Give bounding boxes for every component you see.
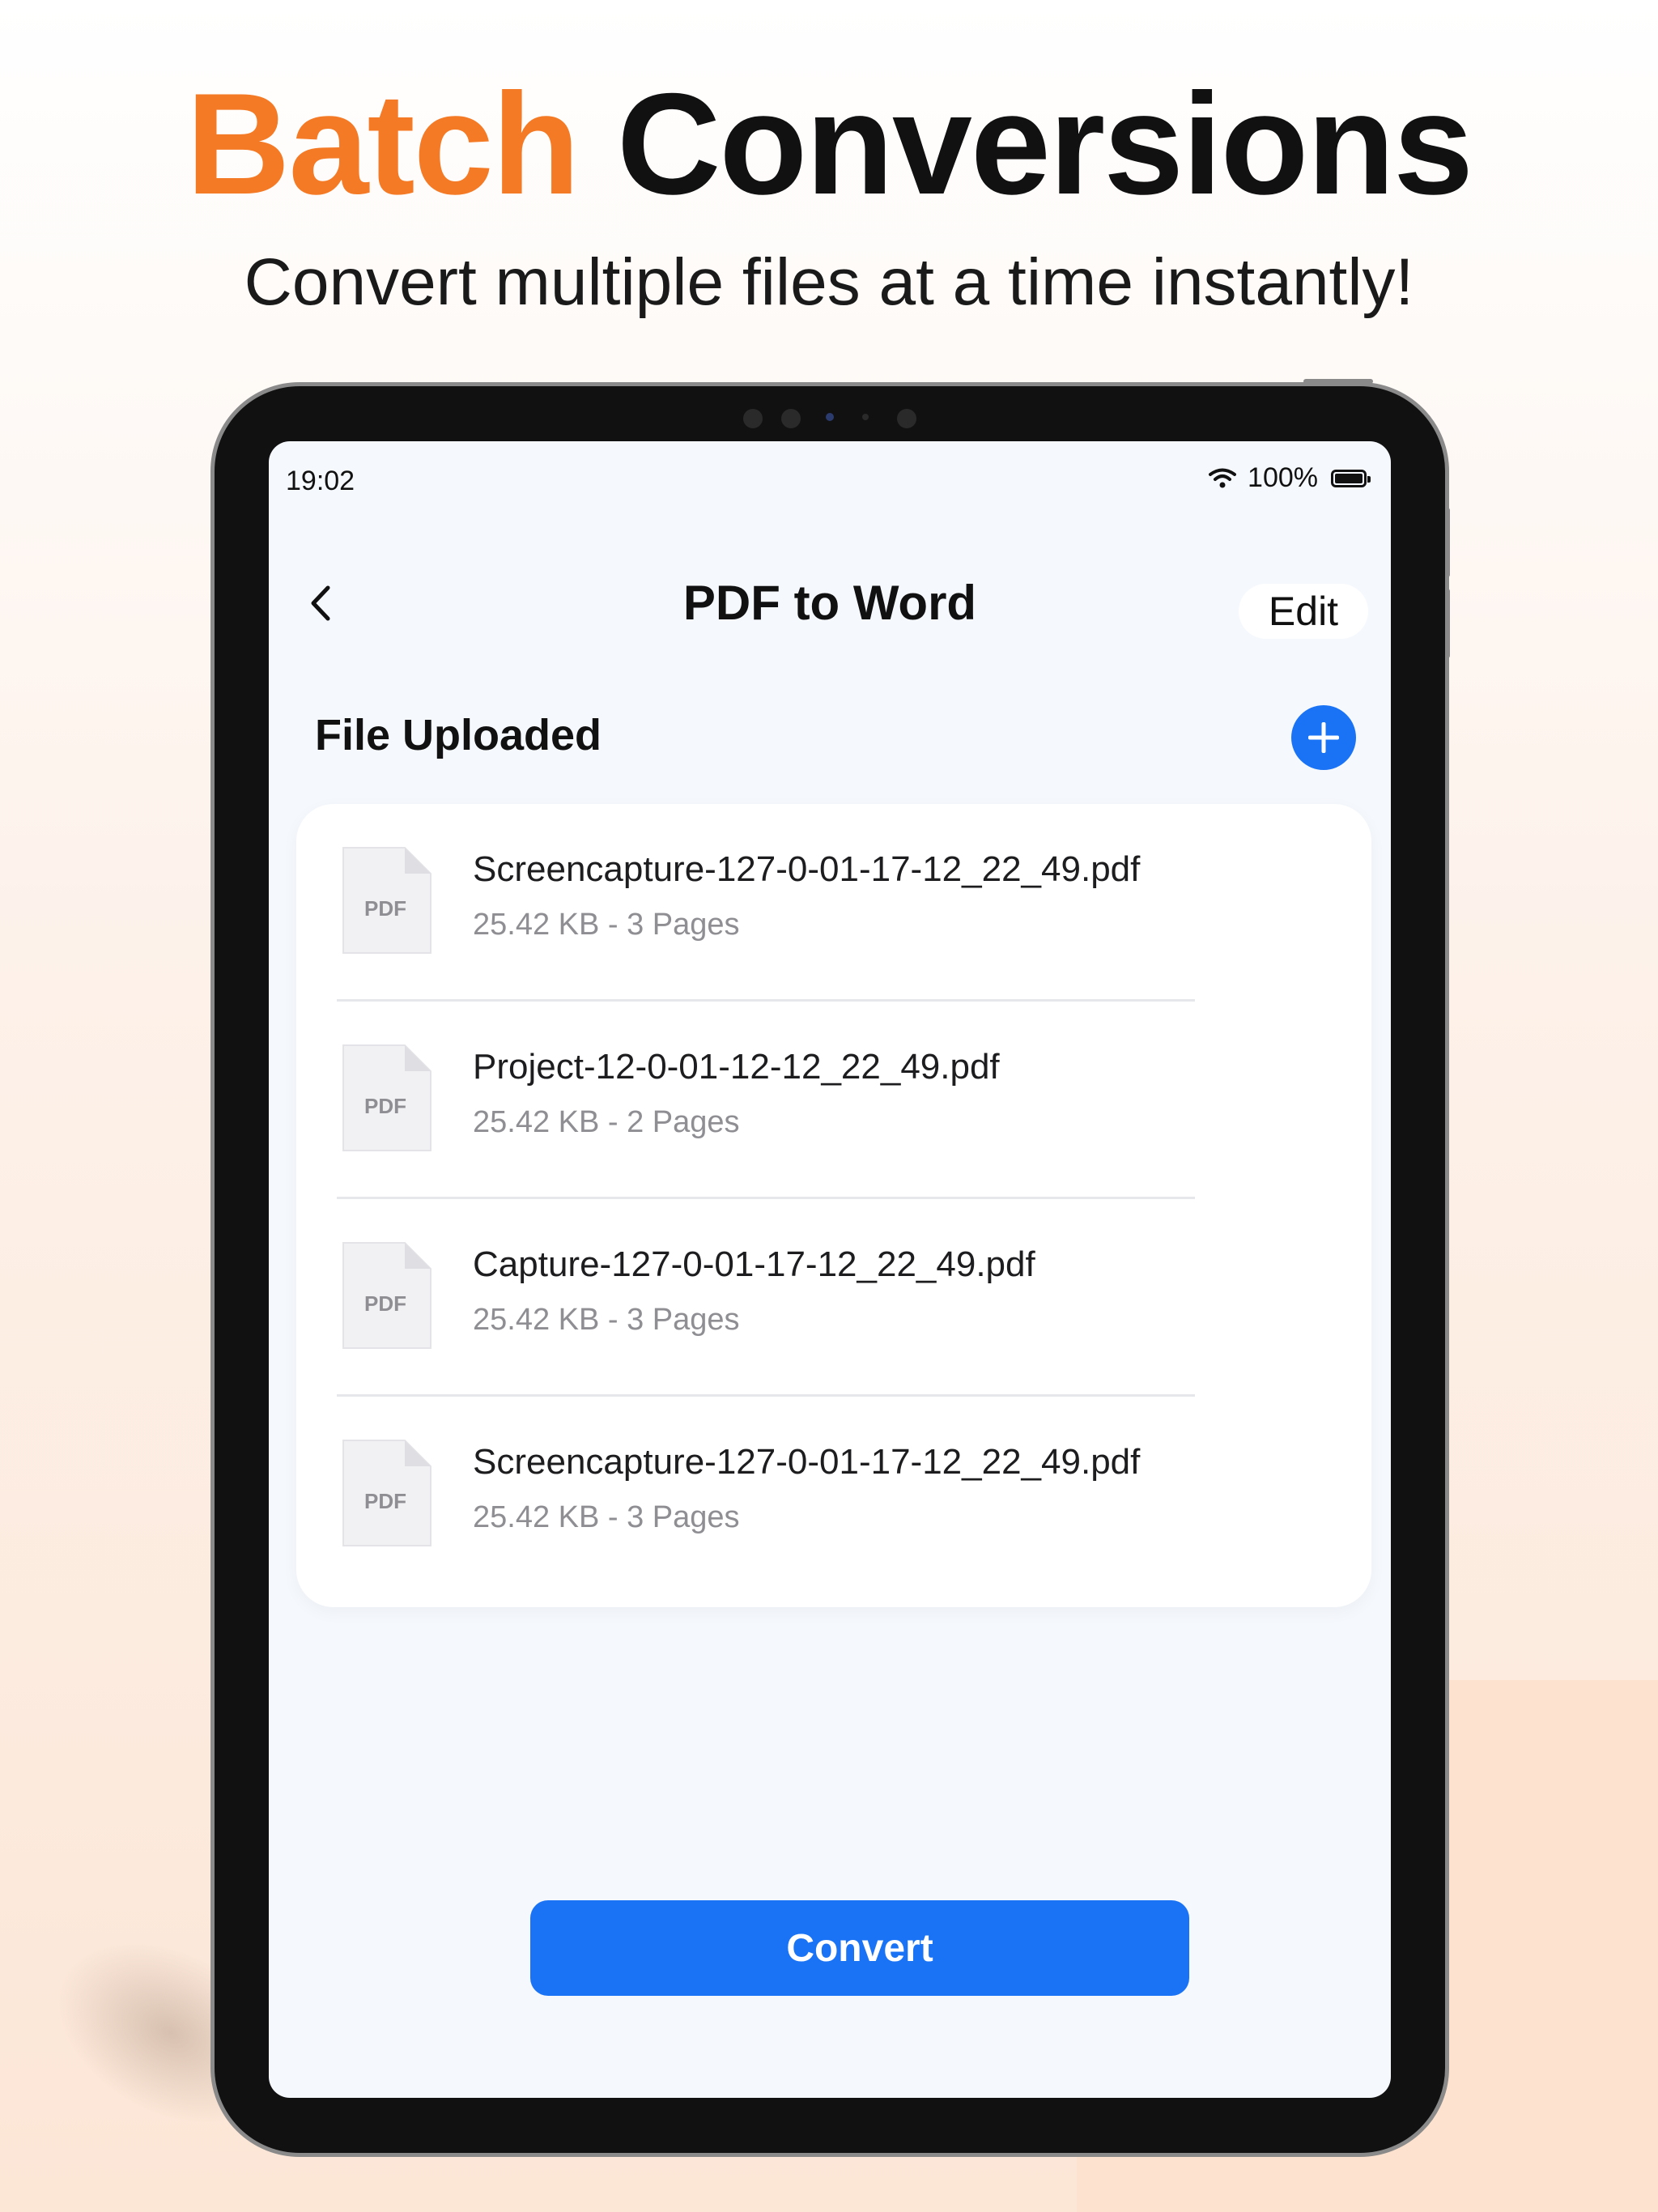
battery-percentage: 100% <box>1248 462 1318 493</box>
file-name: Screencapture-127-0-01-17-12_22_49.pdf <box>473 1442 1141 1482</box>
hero-subtitle: Convert multiple files at a time instant… <box>244 245 1414 319</box>
file-name: Screencapture-127-0-01-17-12_22_49.pdf <box>473 849 1141 889</box>
edit-button[interactable]: Edit <box>1239 584 1368 639</box>
convert-button[interactable]: Convert <box>530 1900 1189 1996</box>
status-time: 19:02 <box>286 466 355 496</box>
device-volume-up-button <box>1445 508 1450 577</box>
battery-fill <box>1335 473 1363 483</box>
section-title: File Uploaded <box>315 711 602 759</box>
status-indicators: 100% <box>1209 462 1371 494</box>
pdf-file-icon: PDF <box>342 1044 432 1151</box>
file-meta: 25.42 KB - 2 Pages <box>473 1105 740 1139</box>
app-screen: 19:02 100% PDF to Word Edit File Uploade… <box>269 441 1391 2098</box>
page-title: PDF to Word <box>682 576 977 630</box>
pdf-file-icon: PDF <box>342 847 432 954</box>
file-list-item[interactable]: PDF Screencapture-127-0-01-17-12_22_49.p… <box>337 1397 1195 1594</box>
file-list-item[interactable]: PDF Capture-127-0-01-17-12_22_49.pdf 25.… <box>337 1199 1195 1397</box>
add-file-button[interactable] <box>1291 705 1356 770</box>
file-name: Project-12-0-01-12-12_22_49.pdf <box>473 1047 1000 1087</box>
file-name: Capture-127-0-01-17-12_22_49.pdf <box>473 1244 1035 1284</box>
file-meta: 25.42 KB - 3 Pages <box>473 908 740 942</box>
wifi-icon <box>1209 468 1237 487</box>
file-list-card: PDF Screencapture-127-0-01-17-12_22_49.p… <box>296 804 1371 1607</box>
svg-text:PDF: PDF <box>364 1489 406 1513</box>
file-list-item[interactable]: PDF Screencapture-127-0-01-17-12_22_49.p… <box>337 804 1195 1002</box>
tablet-device-frame: 19:02 100% PDF to Word Edit File Uploade… <box>210 379 1450 2157</box>
file-list-item[interactable]: PDF Project-12-0-01-12-12_22_49.pdf 25.4… <box>337 1002 1195 1199</box>
svg-text:PDF: PDF <box>364 896 406 921</box>
file-meta: 25.42 KB - 3 Pages <box>473 1500 740 1534</box>
camera-dot <box>862 414 869 420</box>
camera-lens <box>826 413 834 421</box>
svg-text:PDF: PDF <box>364 1291 406 1316</box>
pdf-file-icon: PDF <box>342 1440 432 1546</box>
camera-dot <box>781 409 801 428</box>
hero-title-rest: Conversions <box>616 63 1473 224</box>
battery-tip <box>1367 475 1371 483</box>
svg-text:PDF: PDF <box>364 1094 406 1118</box>
camera-dot <box>897 409 916 428</box>
hero-title: Batch Conversions <box>0 65 1658 223</box>
hero-title-accent: Batch <box>185 63 580 224</box>
battery-icon <box>1331 469 1371 487</box>
pdf-file-icon: PDF <box>342 1242 432 1349</box>
device-volume-down-button <box>1445 589 1450 658</box>
device-top-button <box>1303 379 1373 384</box>
file-meta: 25.42 KB - 3 Pages <box>473 1303 740 1337</box>
camera-dot <box>743 409 763 428</box>
